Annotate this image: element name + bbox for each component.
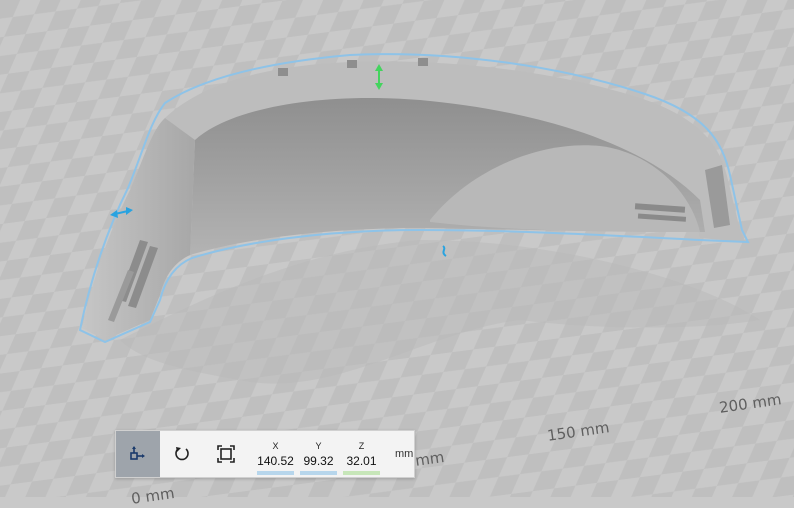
3d-viewport[interactable]: [0, 0, 794, 497]
dimension-z-label: Z: [358, 440, 365, 451]
dimension-unit: mm: [395, 448, 414, 460]
dimension-z: Z 32.01: [340, 431, 383, 477]
move-icon: [130, 446, 145, 460]
dimension-x-label: X: [272, 440, 279, 451]
dimension-x-bar: [257, 471, 294, 475]
move-tool-button[interactable]: [116, 431, 160, 477]
scale-icon: [217, 445, 235, 463]
rotate-icon: [175, 447, 189, 461]
dimension-y: Y 99.32: [297, 431, 340, 477]
dimension-y-bar: [300, 471, 337, 475]
transform-toolbar: X 140.52 Y 99.32 Z 32.01 mm: [115, 430, 415, 478]
rotate-tool-button[interactable]: [160, 431, 204, 477]
dimension-x: X 140.52: [254, 431, 297, 477]
dimensions-panel: X 140.52 Y 99.32 Z 32.01 mm: [248, 431, 413, 477]
dimension-y-value: 99.32: [303, 453, 334, 468]
dimension-y-label: Y: [315, 440, 322, 451]
dimension-x-value: 140.52: [257, 453, 294, 468]
dimension-z-value: 32.01: [346, 453, 377, 468]
dimension-z-bar: [343, 471, 380, 475]
scale-tool-button[interactable]: [204, 431, 248, 477]
